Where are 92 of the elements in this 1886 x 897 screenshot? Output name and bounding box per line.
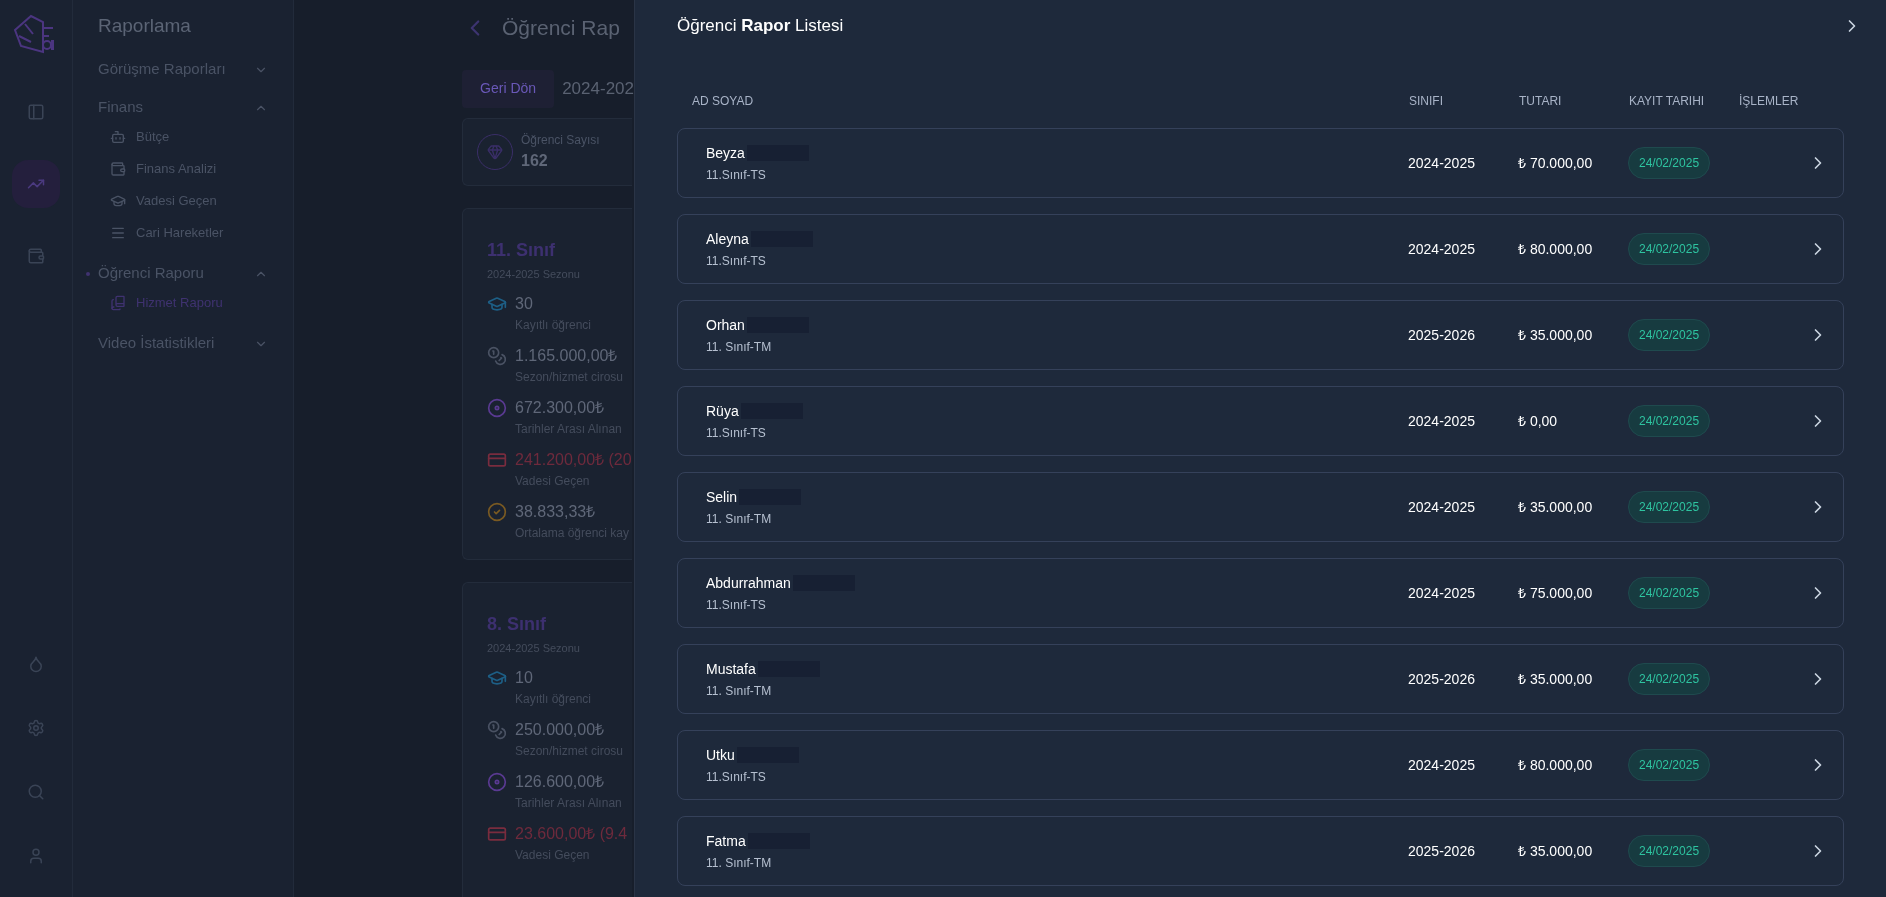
student-name: Fatma [706,831,746,851]
student-row[interactable]: Mustafa 11. Sınıf-TM 2025-2026 ₺ 35.000,00 24/02/2025 [677,644,1844,714]
graduation-cap-icon [487,668,507,688]
class-group: 11.Sınıf-TS [706,767,1408,786]
season-cell-text: 2025-2026 [1408,325,1476,345]
stat-value: 672.300,00₺ [515,398,606,418]
amount-cell-text: ₺ 35.000,00 [1518,497,1594,517]
class-group: 11. Sınıf-TM [706,681,1408,700]
amount-cell-text: ₺ 0,00 [1518,411,1559,431]
coin-icon [487,772,507,792]
stat-value: 1.165.000,00₺ [515,346,619,366]
wallet-icon [27,247,45,265]
season-cell-text: 2025-2026 [1408,841,1476,861]
class-group: 11.Sınıf-TS [706,165,1408,184]
amount-cell-text: ₺ 80.000,00 [1518,755,1594,775]
amount-cell-text: ₺ 35.000,00 [1518,841,1594,861]
menu-item[interactable]: Hizmet Raporu [98,286,268,319]
sidebar-icon [27,103,45,121]
date-badge: 24/02/2025 [1628,663,1711,695]
page-title: Öğrenci Rap [502,15,620,41]
class-group: 11.Sınıf-TS [706,251,1408,270]
student-name: Abdurrahman [706,573,791,593]
amount-cell-text: ₺ 75.000,00 [1518,583,1594,603]
student-name: Mustafa [706,659,756,679]
student-name: Beyza [706,143,745,163]
student-name: Orhan [706,315,745,335]
student-name: Aleyna [706,229,749,249]
date-badge: 24/02/2025 [1628,319,1711,351]
class-group: 11.Sınıf-TS [706,423,1408,442]
season-cell-text: 2024-2025 [1408,497,1476,517]
stat-value: 126.600,00₺ [515,772,606,792]
robot-icon [110,128,126,145]
student-row[interactable]: Selin 11. Sınıf-TM 2024-2025 ₺ 35.000,00 24/02/2025 [677,472,1844,542]
season-cell-text: 2024-2025 [1408,153,1476,173]
stat-value: 38.833,33₺ [515,502,597,522]
class-group: 11. Sınıf-TM [706,853,1408,872]
graduation-cap-icon [487,294,507,314]
date-badge: 24/02/2025 [1628,491,1711,523]
student-name: Selin [706,487,738,507]
stat-value: 30 [515,294,534,314]
stat-value: 23.600,00₺ (9.4 [515,824,628,844]
coins-icon [487,346,507,366]
student-row[interactable]: Abdurrahman 11.Sınıf-TS 2024-2025 ₺ 75.000,00 24/02/2025 [677,558,1844,628]
class-group: 11. Sınıf-TM [706,509,1408,528]
student-row[interactable]: Orhan 11. Sınıf-TM 2025-2026 ₺ 35.000,00 24/02/2025 [677,300,1844,370]
season-cell-text: 2024-2025 [1408,411,1476,431]
stat-value: 10 [515,668,534,688]
column-header: SINIFI [1409,93,1444,110]
gem-icon [487,143,503,160]
season-cell-text: 2025-2026 [1408,669,1476,689]
amount-cell-text: ₺ 35.000,00 [1518,669,1594,689]
column-header: AD SOYAD [692,93,755,110]
date-badge: 24/02/2025 [1628,749,1711,781]
stat-value: 241.200,00₺ (20 [515,450,632,470]
student-name: Rüya [706,401,739,421]
class-group: 11. Sınıf-TM [706,337,1408,356]
student-row[interactable]: Beyza 11.Sınıf-TS 2024-2025 ₺ 70.000,00 24/02/2025 [677,128,1844,198]
student-name: Utku [706,745,735,765]
amount-cell-text: ₺ 80.000,00 [1518,239,1594,259]
class-group: 11.Sınıf-TS [706,595,1408,614]
amount-cell-text: ₺ 35.000,00 [1518,325,1594,345]
season-cell-text: 2024-2025 [1408,583,1476,603]
date-badge: 24/02/2025 [1628,405,1711,437]
column-header: KAYIT TARIHI [1629,93,1706,110]
class-title: 8. Sınıf [487,612,547,636]
season-text: 2024-202 [562,77,634,100]
card-icon [487,450,507,470]
student-row[interactable]: Fatma 11. Sınıf-TM 2025-2026 ₺ 35.000,00 24/02/2025 [677,816,1844,886]
season-cell-text: 2024-2025 [1408,239,1476,259]
student-row[interactable]: Utku 11.Sınıf-TS 2024-2025 ₺ 80.000,00 24/02/2025 [677,730,1844,800]
stat-value: 250.000,00₺ [515,720,606,740]
date-badge: 24/02/2025 [1628,233,1711,265]
sidebar-title: Raporlama [98,14,192,38]
class-title: 11. Sınıf [487,238,557,262]
wallet-icon [110,160,126,177]
date-badge: 24/02/2025 [1628,835,1711,867]
date-badge: 24/02/2025 [1628,577,1711,609]
stat-value: 162 [521,150,549,171]
student-row[interactable]: Rüya 11.Sınıf-TS 2024-2025 ₺ 0,00 24/02/2025 [677,386,1844,456]
check-circle-icon [487,502,507,522]
column-header: TUTARI [1519,93,1563,110]
panel-title: Öğrenci Rapor Listesi [677,15,844,38]
back-button[interactable]: Geri Dön [462,69,555,108]
card-icon [487,824,507,844]
coins-icon [487,720,507,740]
column-header: İŞLEMLER [1739,93,1800,110]
season-cell-text: 2024-2025 [1408,755,1476,775]
coin-icon [487,398,507,418]
books-icon [110,294,126,311]
amount-cell-text: ₺ 70.000,00 [1518,153,1594,173]
student-row[interactable]: Aleyna 11.Sınıf-TS 2024-2025 ₺ 80.000,00 24/02/2025 [677,214,1844,284]
date-badge: 24/02/2025 [1628,147,1711,179]
